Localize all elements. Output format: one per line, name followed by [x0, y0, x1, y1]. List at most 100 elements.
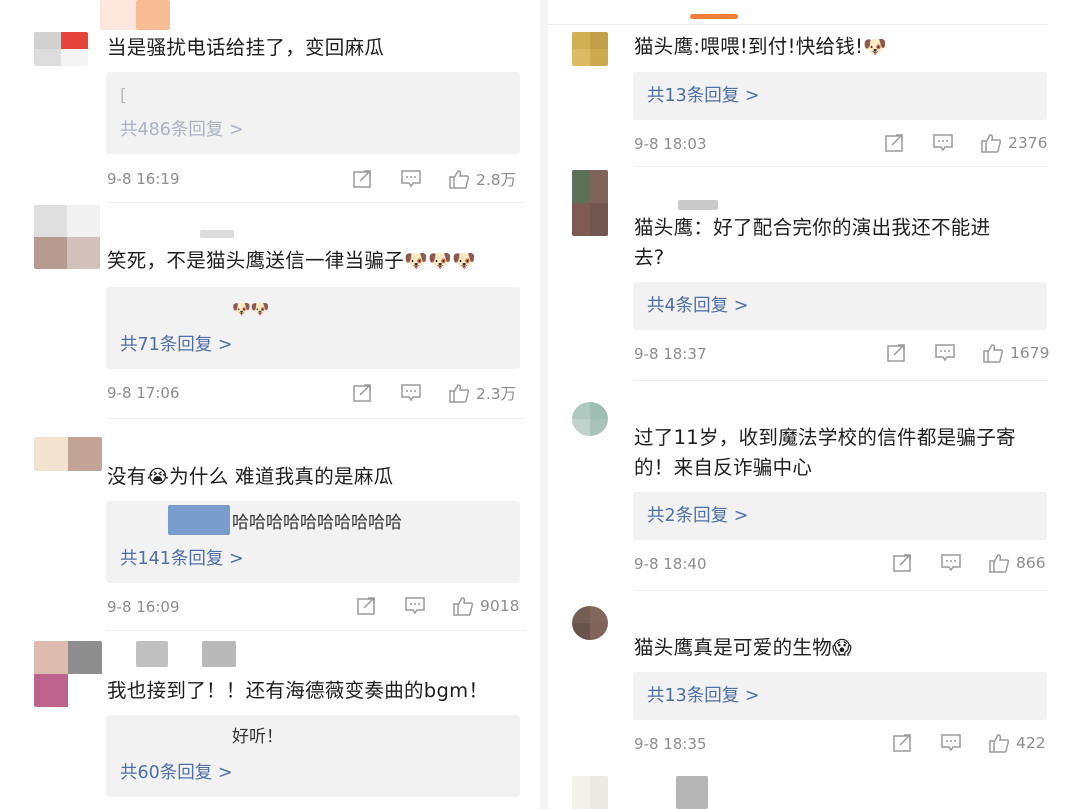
like-count: 422 — [1016, 734, 1046, 752]
reply-count-link[interactable]: 共13条回复 > — [647, 684, 760, 708]
reply-box[interactable]: 共2条回复 > — [633, 492, 1047, 540]
comment-icon[interactable] — [400, 383, 422, 403]
action-bar: 422 — [892, 733, 1046, 753]
comment-text: 猫头鹰：好了配合完你的演出我还不能进 — [634, 216, 991, 239]
blurred-name — [202, 641, 236, 667]
reply-box[interactable]: 🐶🐶 共71条回复 > — [106, 287, 520, 369]
reply-count-link[interactable]: 共13条回复 > — [647, 84, 760, 108]
thumbs-up-icon — [448, 169, 470, 189]
avatar[interactable] — [572, 170, 608, 236]
comment-icon[interactable] — [940, 733, 962, 753]
action-bar: 1679 — [886, 343, 1049, 363]
thumbs-up-icon — [988, 553, 1010, 573]
thumbs-up-icon — [982, 343, 1004, 363]
left-comment-column: 当是骚扰电话给挂了，变回麻瓜 [ 共486条回复 > 9-8 16:19 2.8… — [0, 0, 540, 809]
reply-count-link[interactable]: 共2条回复 > — [647, 504, 748, 528]
timestamp: 9-8 17:06 — [107, 384, 180, 402]
like-count: 9018 — [480, 597, 520, 615]
share-icon[interactable] — [356, 596, 378, 616]
action-bar: 2376 — [884, 133, 1047, 153]
thumbs-up-icon — [980, 133, 1002, 153]
like-button[interactable]: 2.8万 — [448, 168, 516, 190]
blurred-name — [200, 230, 234, 238]
share-icon[interactable] — [352, 169, 374, 189]
reply-count-link[interactable]: 共486条回复 > — [120, 118, 244, 142]
divider — [633, 380, 1048, 381]
blurred-name — [136, 0, 170, 30]
divider — [106, 202, 526, 203]
blurred-name — [678, 200, 718, 210]
thumbs-up-icon — [988, 733, 1010, 753]
blurred-name — [168, 505, 230, 535]
comment-icon[interactable] — [940, 553, 962, 573]
reply-preview: 哈哈哈哈哈哈哈哈哈哈 — [232, 513, 402, 533]
reply-box[interactable]: 共13条回复 > — [633, 72, 1047, 120]
like-button[interactable]: 9018 — [452, 596, 519, 616]
comment-icon[interactable] — [934, 343, 956, 363]
avatar[interactable] — [34, 205, 100, 269]
comment-text: 笑死，不是猫头鹰送信一律当骗子🐶🐶🐶 — [107, 249, 476, 272]
like-count: 2.8万 — [476, 171, 517, 189]
like-button[interactable]: 422 — [988, 733, 1046, 753]
divider — [106, 630, 526, 631]
like-count: 2376 — [1008, 134, 1048, 152]
comment-text-line2: 去? — [634, 246, 665, 269]
comment-text: 过了11岁，收到魔法学校的信件都是骗子寄 — [634, 426, 1016, 449]
action-bar: 2.8万 — [352, 168, 516, 190]
like-count: 2.3万 — [476, 385, 517, 403]
reply-count-link[interactable]: 共71条回复 > — [120, 333, 233, 357]
comment-icon[interactable] — [404, 596, 426, 616]
reply-box[interactable]: 共13条回复 > — [633, 672, 1047, 720]
share-icon[interactable] — [892, 553, 914, 573]
avatar[interactable] — [34, 437, 102, 471]
timestamp: 9-8 18:37 — [634, 345, 707, 363]
reply-box[interactable]: [ 共486条回复 > — [106, 72, 520, 154]
avatar[interactable] — [572, 606, 608, 640]
timestamp: 9-8 16:19 — [107, 170, 180, 188]
reply-preview: 好听！ — [232, 727, 283, 747]
like-button[interactable]: 2.3万 — [448, 382, 516, 404]
timestamp: 9-8 18:35 — [634, 735, 707, 753]
action-bar: 866 — [892, 553, 1046, 573]
comment-text: 猫头鹰真是可爱的生物😱 — [634, 636, 853, 659]
thumbs-up-icon — [452, 596, 474, 616]
reply-box[interactable]: 共4条回复 > — [633, 282, 1047, 330]
share-icon[interactable] — [886, 343, 908, 363]
divider — [633, 166, 1048, 167]
reply-preview: [ — [120, 86, 127, 106]
reply-box[interactable]: 哈哈哈哈哈哈哈哈哈哈 共141条回复 > — [106, 501, 520, 583]
comment-text: 没有😭为什么 难道我真的是麻瓜 — [107, 465, 394, 488]
avatar[interactable] — [34, 641, 102, 707]
like-count: 1679 — [1010, 344, 1050, 362]
blurred-name — [136, 641, 168, 667]
comment-text-line2: 的！来自反诈骗中心 — [634, 456, 813, 479]
column-divider — [540, 0, 548, 809]
share-icon[interactable] — [884, 133, 906, 153]
divider — [548, 24, 1048, 25]
reply-box[interactable]: 好听！ 共60条回复 > — [106, 715, 520, 797]
timestamp: 9-8 18:40 — [634, 555, 707, 573]
like-button[interactable]: 2376 — [980, 133, 1047, 153]
comment-text: 当是骚扰电话给挂了，变回麻瓜 — [107, 36, 385, 59]
avatar[interactable] — [34, 32, 88, 66]
right-comment-column: 猫头鹰:喂喂!到付!快给钱!🐶 共13条回复 > 9-8 18:03 2376 … — [548, 0, 1080, 809]
action-bar: 2.3万 — [352, 382, 516, 404]
reply-count-link[interactable]: 共4条回复 > — [647, 294, 748, 318]
comment-icon[interactable] — [400, 169, 422, 189]
reply-count-link[interactable]: 共141条回复 > — [120, 547, 244, 571]
avatar[interactable] — [572, 402, 608, 436]
like-button[interactable]: 866 — [988, 553, 1046, 573]
share-icon[interactable] — [352, 383, 374, 403]
divider — [633, 590, 1048, 591]
comment-text: 猫头鹰:喂喂!到付!快给钱!🐶 — [634, 35, 888, 58]
avatar[interactable] — [572, 32, 608, 66]
avatar[interactable] — [572, 776, 608, 809]
blurred-name — [100, 0, 136, 30]
blurred-name — [676, 776, 708, 809]
share-icon[interactable] — [892, 733, 914, 753]
comment-icon[interactable] — [932, 133, 954, 153]
like-button[interactable]: 1679 — [982, 343, 1049, 363]
reply-preview: 🐶🐶 — [232, 300, 270, 318]
action-bar: 9018 — [356, 596, 519, 616]
reply-count-link[interactable]: 共60条回复 > — [120, 761, 233, 785]
